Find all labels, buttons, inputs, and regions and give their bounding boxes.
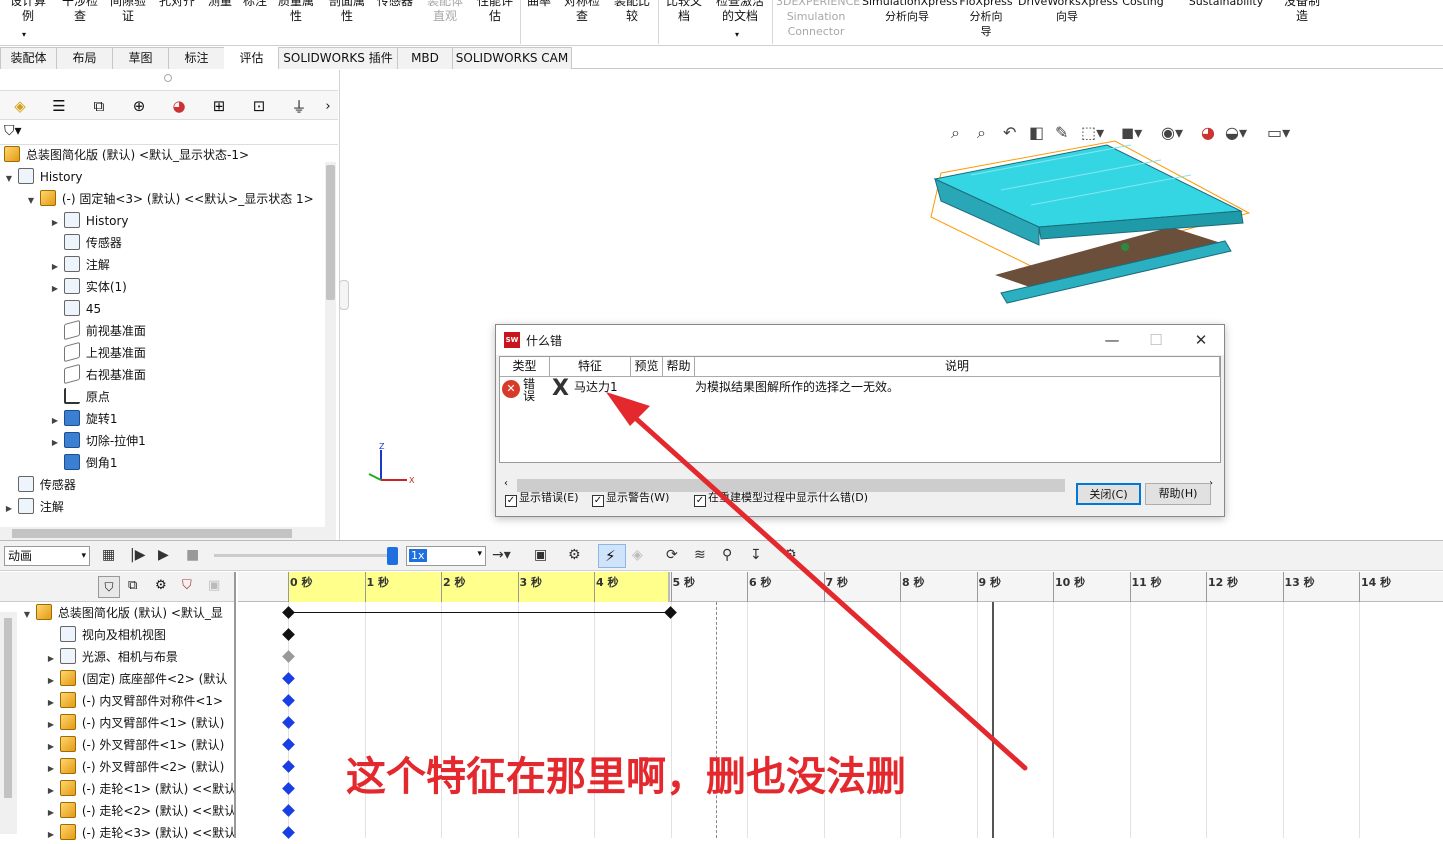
annotation-text: 这个特征在那里啊，删也没法删 <box>346 754 906 800</box>
red-arrow-annotation <box>606 392 1028 771</box>
